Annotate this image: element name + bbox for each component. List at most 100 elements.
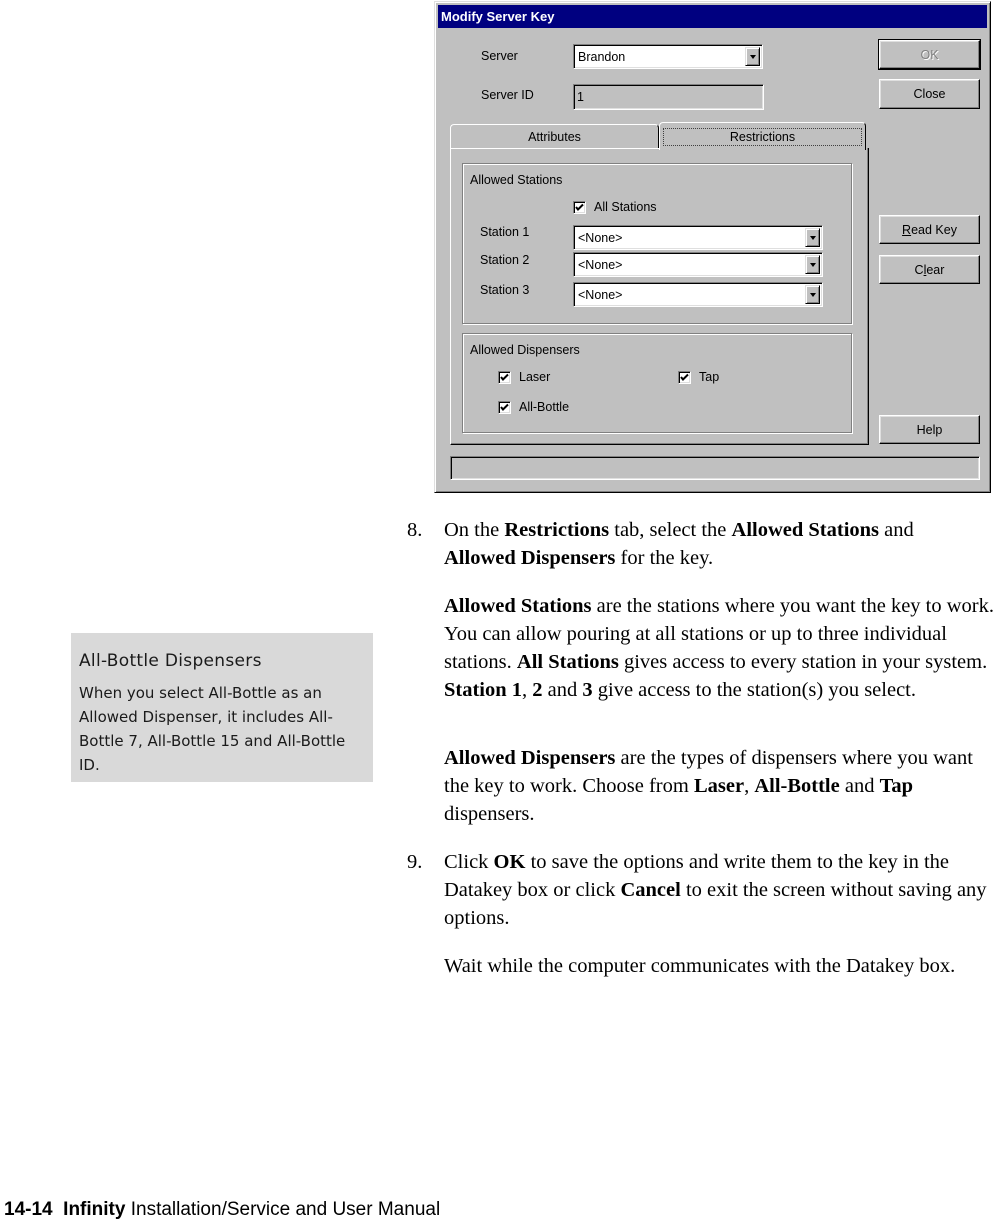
note-title: All-Bottle Dispensers bbox=[79, 651, 262, 671]
station-1-dropdown-button[interactable] bbox=[805, 228, 820, 247]
bold-run: 2 bbox=[532, 679, 543, 701]
bold-run: Tap bbox=[879, 775, 914, 797]
bold-run: Laser bbox=[693, 775, 745, 797]
station-3-value: <None> bbox=[578, 287, 623, 302]
text-run: On the bbox=[444, 519, 505, 541]
dialog-title: Modify Server Key bbox=[441, 9, 555, 24]
text-run: for the key. bbox=[615, 547, 714, 569]
all-bottle-checkbox[interactable]: All-Bottle bbox=[498, 400, 569, 414]
allowed-stations-legend: Allowed Stations bbox=[470, 173, 563, 187]
bold-run: OK bbox=[493, 851, 526, 873]
checkmark-icon bbox=[575, 203, 584, 211]
step-9-text: Click OK to save the options and write t… bbox=[444, 848, 992, 932]
all-stations-checkbox[interactable]: All Stations bbox=[573, 200, 657, 214]
station-3-combobox[interactable]: <None> bbox=[573, 282, 823, 307]
bold-run: Station 1 bbox=[444, 679, 523, 701]
station-2-value: <None> bbox=[578, 257, 623, 272]
text-run: give access to the station(s) you select… bbox=[592, 679, 916, 701]
allowed-dispensers-paragraph: Allowed Dispensers are the types of disp… bbox=[444, 744, 994, 828]
station-2-combobox[interactable]: <None> bbox=[573, 252, 823, 277]
text-run: and bbox=[542, 679, 583, 701]
station-2-dropdown-button[interactable] bbox=[805, 255, 820, 274]
station-3-dropdown-button[interactable] bbox=[805, 285, 820, 304]
allowed-dispensers-legend: Allowed Dispensers bbox=[470, 343, 580, 357]
station-3-label: Station 3 bbox=[480, 283, 530, 297]
allowed-stations-group: Allowed Stations All Stations Station 1 … bbox=[462, 163, 852, 324]
text-run: gives access to every station in your sy… bbox=[618, 651, 988, 673]
step-8-text: On the Restrictions tab, select the Allo… bbox=[444, 516, 989, 572]
server-dropdown-button[interactable] bbox=[745, 47, 760, 66]
text-run: and bbox=[879, 519, 914, 541]
tab-attributes-label: Attributes bbox=[528, 129, 581, 144]
manual-title: Installation/Service and User Manual bbox=[130, 1199, 441, 1220]
checkmark-icon bbox=[500, 373, 509, 381]
help-button[interactable]: Help bbox=[879, 415, 980, 444]
step-8-number: 8. bbox=[407, 519, 423, 541]
tap-label: Tap bbox=[699, 370, 720, 384]
mnemonic-r: R bbox=[902, 222, 912, 237]
status-bar bbox=[450, 456, 980, 480]
bold-run: Allowed Dispensers bbox=[444, 547, 616, 569]
checkbox-box[interactable] bbox=[498, 370, 511, 384]
server-combobox[interactable]: Brandon bbox=[573, 44, 763, 69]
checkbox-box[interactable] bbox=[573, 200, 586, 214]
tab-restrictions[interactable]: Restrictions bbox=[659, 122, 866, 150]
tap-checkbox[interactable]: Tap bbox=[678, 370, 719, 384]
server-id-label: Server ID bbox=[481, 88, 534, 102]
tab-attributes[interactable]: Attributes bbox=[450, 124, 659, 148]
read-key-button[interactable]: Read Key bbox=[879, 215, 980, 244]
read-key-text: ead Key bbox=[911, 222, 957, 237]
product-name: Infinity bbox=[63, 1199, 126, 1220]
checkmark-icon bbox=[500, 403, 509, 411]
clear-button-label: Clear bbox=[915, 263, 945, 277]
close-button[interactable]: Close bbox=[879, 79, 980, 109]
chevron-down-icon bbox=[809, 235, 816, 240]
laser-checkbox[interactable]: Laser bbox=[498, 370, 550, 384]
allowed-stations-paragraph: Allowed Stations are the stations where … bbox=[444, 592, 1001, 704]
wait-paragraph: Wait while the computer communicates wit… bbox=[444, 955, 956, 977]
tab-restrictions-label: Restrictions bbox=[663, 127, 862, 146]
bold-run: Allowed Dispensers bbox=[444, 747, 616, 769]
page-number: 14-14 bbox=[4, 1199, 53, 1220]
bold-run: All-Bottle bbox=[754, 775, 840, 797]
ok-button-label: OK bbox=[920, 47, 939, 62]
allowed-dispensers-group: Allowed Dispensers Laser Tap All-Bottle bbox=[462, 333, 852, 433]
clear-text-pre: C bbox=[914, 262, 924, 277]
server-label: Server bbox=[481, 49, 518, 63]
ok-button[interactable]: OK bbox=[878, 39, 981, 70]
sidebar-note: All-Bottle Dispensers When you select Al… bbox=[71, 633, 373, 782]
step-9-number: 9. bbox=[407, 851, 423, 873]
station-2-label: Station 2 bbox=[480, 253, 530, 267]
dialog-title-bar[interactable]: Modify Server Key bbox=[438, 5, 987, 28]
chevron-down-icon bbox=[809, 292, 816, 297]
checkbox-box[interactable] bbox=[678, 370, 691, 384]
all-bottle-label: All-Bottle bbox=[519, 400, 570, 414]
modify-server-key-dialog: Modify Server Key Server Brandon Server … bbox=[434, 1, 991, 493]
checkbox-box[interactable] bbox=[498, 400, 511, 414]
text-run: tab, select the bbox=[609, 519, 732, 541]
bold-run: Restrictions bbox=[504, 519, 610, 541]
bold-run: All Stations bbox=[516, 651, 619, 673]
clear-text-post: ear bbox=[926, 262, 945, 277]
bold-run: Allowed Stations bbox=[444, 595, 592, 617]
text-run: and bbox=[839, 775, 880, 797]
station-1-value: <None> bbox=[578, 230, 623, 245]
server-value: Brandon bbox=[578, 49, 626, 64]
clear-button[interactable]: Clear bbox=[879, 255, 980, 284]
text-run: Click bbox=[444, 851, 494, 873]
laser-label: Laser bbox=[519, 370, 551, 384]
text-run: , bbox=[522, 679, 533, 701]
bold-run: 3 bbox=[582, 679, 593, 701]
read-key-button-label: Read Key bbox=[902, 223, 957, 237]
station-1-combobox[interactable]: <None> bbox=[573, 225, 823, 250]
help-button-label: Help bbox=[916, 422, 943, 437]
text-run: , bbox=[744, 775, 755, 797]
checkmark-icon bbox=[680, 373, 689, 381]
chevron-down-icon bbox=[749, 54, 756, 59]
close-button-label: Close bbox=[913, 87, 946, 101]
chevron-down-icon bbox=[809, 262, 816, 267]
all-stations-label: All Stations bbox=[594, 200, 657, 214]
server-id-field[interactable]: 1 bbox=[573, 84, 764, 110]
page-footer: 14-14 Infinity Installation/Service and … bbox=[4, 1199, 440, 1221]
station-1-label: Station 1 bbox=[480, 225, 530, 239]
